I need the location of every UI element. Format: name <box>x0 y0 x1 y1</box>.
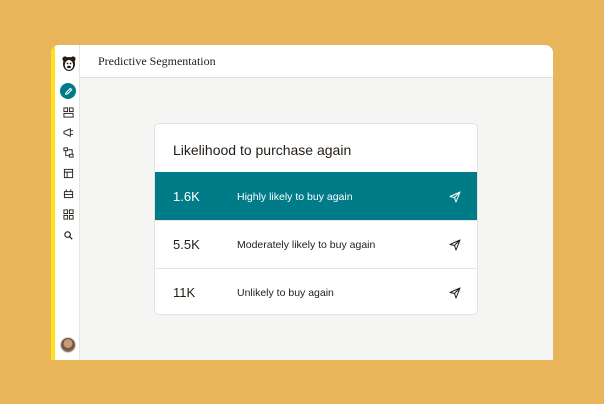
send-icon[interactable] <box>449 287 461 299</box>
segment-label: Moderately likely to buy again <box>237 238 376 251</box>
sidebar-item-campaigns[interactable] <box>62 126 74 138</box>
segment-count: 5.5K <box>173 237 200 252</box>
app-window: Predictive Segmentation Likelihood to pu… <box>51 45 553 360</box>
sidebar-item-apps[interactable] <box>62 208 74 220</box>
segment-count: 1.6K <box>173 189 200 204</box>
card-title: Likelihood to purchase again <box>173 142 352 158</box>
mailchimp-logo-icon[interactable] <box>61 54 77 72</box>
sidebar <box>51 45 80 360</box>
search-icon <box>63 230 73 240</box>
segment-count: 11K <box>173 285 196 300</box>
send-icon[interactable] <box>449 191 461 203</box>
integrations-icon <box>63 188 73 198</box>
sidebar-item-audience[interactable] <box>62 106 74 118</box>
segment-row-moderately-likely[interactable]: 5.5K Moderately likely to buy again <box>155 220 477 268</box>
send-icon[interactable] <box>449 239 461 251</box>
pencil-icon <box>64 87 72 95</box>
sidebar-item-create[interactable] <box>60 83 76 99</box>
avatar[interactable] <box>60 337 76 353</box>
segment-row-unlikely[interactable]: 11K Unlikely to buy again <box>155 268 477 314</box>
content-icon <box>63 168 73 178</box>
segment-row-highly-likely[interactable]: 1.6K Highly likely to buy again <box>155 172 477 220</box>
segment-label: Unlikely to buy again <box>237 286 334 299</box>
campaign-icon <box>62 127 73 137</box>
top-header: Predictive Segmentation <box>80 45 553 78</box>
grid-icon <box>62 208 74 220</box>
sidebar-item-search[interactable] <box>62 229 74 241</box>
audience-icon <box>62 106 74 118</box>
likelihood-card: Likelihood to purchase again 1.6K Highly… <box>154 123 478 315</box>
sidebar-item-integrations[interactable] <box>62 187 74 199</box>
automation-icon <box>62 146 74 158</box>
sidebar-item-content[interactable] <box>62 167 74 179</box>
segment-label: Highly likely to buy again <box>237 190 353 203</box>
sidebar-item-automations[interactable] <box>62 146 74 158</box>
page-title: Predictive Segmentation <box>98 54 216 68</box>
